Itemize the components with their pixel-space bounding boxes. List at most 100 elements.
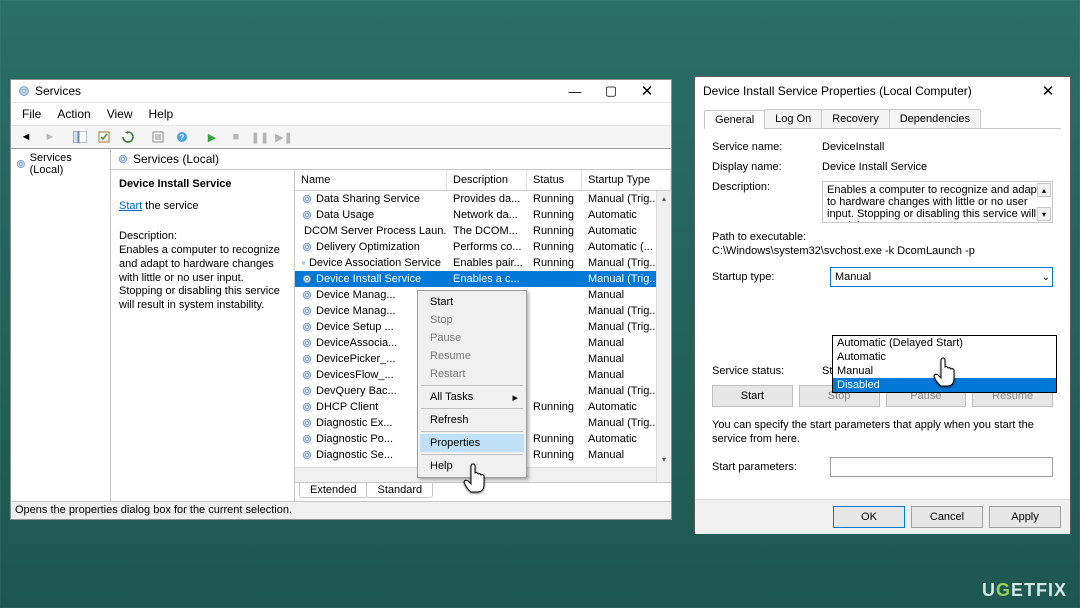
gear-icon (301, 337, 313, 349)
col-status[interactable]: Status (527, 170, 582, 190)
service-name-label: Service name: (712, 141, 822, 153)
vertical-scrollbar[interactable]: ▴ ▾ (656, 191, 671, 482)
service-status: Running (527, 449, 582, 461)
start-link[interactable]: Start (119, 200, 142, 212)
pause-service-button[interactable]: ❚❚ (249, 127, 271, 147)
desc-scroll-up-icon[interactable]: ▴ (1037, 183, 1051, 197)
gear-icon (301, 289, 313, 301)
start-button[interactable]: Start (712, 385, 793, 407)
menu-file[interactable]: File (15, 105, 48, 123)
service-row[interactable]: Data UsageNetwork da...RunningAutomatic (295, 207, 671, 223)
gear-icon (301, 401, 313, 413)
gear-icon (301, 273, 313, 285)
service-desc: Performs co... (447, 241, 527, 253)
service-name: Device Manag... (316, 305, 395, 317)
stop-service-button[interactable]: ■ (225, 127, 247, 147)
service-status-label: Service status: (712, 365, 822, 377)
desc-scroll-down-icon[interactable]: ▾ (1037, 207, 1051, 221)
service-row[interactable]: Device Association Service Enables pair..… (295, 255, 671, 271)
col-startup-type[interactable]: Startup Type (582, 170, 671, 190)
gear-icon (301, 241, 313, 253)
gear-icon (301, 257, 306, 269)
context-resume: Resume (420, 347, 524, 365)
tab-log-on[interactable]: Log On (764, 109, 822, 128)
context-all-tasks[interactable]: All Tasks▸ (420, 388, 524, 406)
start-parameters-label: Start parameters: (712, 461, 830, 473)
context-refresh[interactable]: Refresh (420, 411, 524, 429)
service-name: Data Usage (316, 209, 374, 221)
back-button[interactable]: ◄ (15, 127, 37, 147)
tab-standard[interactable]: Standard (366, 483, 433, 498)
menu-help[interactable]: Help (142, 105, 181, 123)
startup-type-combo[interactable]: Manual ⌄ (830, 267, 1053, 287)
forward-button[interactable]: ► (39, 127, 61, 147)
service-status: Running (527, 209, 582, 221)
scroll-down-icon[interactable]: ▾ (657, 452, 671, 467)
services-title: Services (35, 84, 557, 98)
properties-toolbar-button[interactable] (147, 127, 169, 147)
statusbar: Opens the properties dialog box for the … (11, 501, 671, 519)
service-row[interactable]: Device Install ServiceEnables a c...Manu… (295, 271, 671, 287)
service-name: DevQuery Bac... (316, 385, 397, 397)
cancel-button[interactable]: Cancel (911, 506, 983, 528)
minimize-button[interactable]: — (557, 81, 593, 101)
context-properties[interactable]: Properties (420, 434, 524, 452)
gear-icon (301, 449, 313, 461)
menu-action[interactable]: Action (50, 105, 97, 123)
service-name: DHCP Client (316, 401, 378, 413)
tab-general[interactable]: General (704, 110, 765, 129)
display-name-value: Device Install Service (822, 161, 1053, 173)
service-row[interactable]: Data Sharing ServiceProvides da...Runnin… (295, 191, 671, 207)
col-name[interactable]: Name (295, 170, 447, 190)
service-row[interactable]: Delivery OptimizationPerforms co...Runni… (295, 239, 671, 255)
service-name: Diagnostic Po... (316, 433, 393, 445)
pane-header: Services (Local) (111, 149, 671, 170)
chevron-down-icon: ⌄ (1042, 272, 1050, 283)
start-parameters-input[interactable] (830, 457, 1053, 477)
column-headers: Name Description Status Startup Type (295, 170, 671, 191)
restart-service-button[interactable]: ▶❚ (273, 127, 295, 147)
description-text: Enables a computer to recognize and adap… (119, 244, 286, 313)
apply-button[interactable]: Apply (989, 506, 1061, 528)
service-desc: The DCOM... (447, 225, 527, 237)
parameters-hint: You can specify the start parameters tha… (712, 419, 1053, 447)
show-hide-tree-button[interactable] (69, 127, 91, 147)
gear-icon (301, 433, 313, 445)
close-button[interactable]: ✕ (629, 81, 665, 101)
properties-tabs: General Log On Recovery Dependencies (704, 109, 1061, 129)
startup-type-label: Startup type: (712, 271, 830, 283)
tree-item-services-local[interactable]: Services (Local) (13, 151, 108, 177)
service-name-value: DeviceInstall (822, 141, 1053, 153)
path-value: C:\Windows\system32\svchost.exe -k DcomL… (712, 245, 975, 257)
menu-view[interactable]: View (100, 105, 140, 123)
tree-item-label: Services (Local) (30, 152, 106, 176)
context-start[interactable]: Start (420, 293, 524, 311)
service-name: DeviceAssocia... (316, 337, 397, 349)
details-panel: Device Install Service Start the service… (111, 170, 295, 501)
help-toolbar-button[interactable]: ? (171, 127, 193, 147)
gear-icon (301, 305, 313, 317)
tab-dependencies[interactable]: Dependencies (889, 109, 981, 128)
menubar: File Action View Help (11, 102, 671, 125)
properties-dialog: Device Install Service Properties (Local… (694, 76, 1071, 534)
startup-option[interactable]: Automatic (Delayed Start) (833, 336, 1056, 350)
gear-icon (117, 153, 129, 165)
service-desc: Enables pair... (447, 257, 527, 269)
maximize-button[interactable]: ▢ (593, 81, 629, 101)
ok-button[interactable]: OK (833, 506, 905, 528)
tab-recovery[interactable]: Recovery (821, 109, 889, 128)
service-name: DCOM Server Process Laun... (304, 225, 447, 237)
scroll-up-icon[interactable]: ▴ (657, 191, 671, 206)
context-restart: Restart (420, 365, 524, 383)
export-button[interactable] (93, 127, 115, 147)
properties-close-button[interactable]: ✕ (1034, 81, 1062, 101)
start-service-button[interactable]: ▶ (201, 127, 223, 147)
selected-service-name: Device Install Service (119, 178, 286, 190)
service-status: Running (527, 401, 582, 413)
col-description[interactable]: Description (447, 170, 527, 190)
tab-extended[interactable]: Extended (299, 483, 367, 498)
service-status: Running (527, 241, 582, 253)
refresh-button[interactable] (117, 127, 139, 147)
service-row[interactable]: DCOM Server Process Laun...The DCOM...Ru… (295, 223, 671, 239)
service-name: Device Association Service (309, 257, 441, 269)
